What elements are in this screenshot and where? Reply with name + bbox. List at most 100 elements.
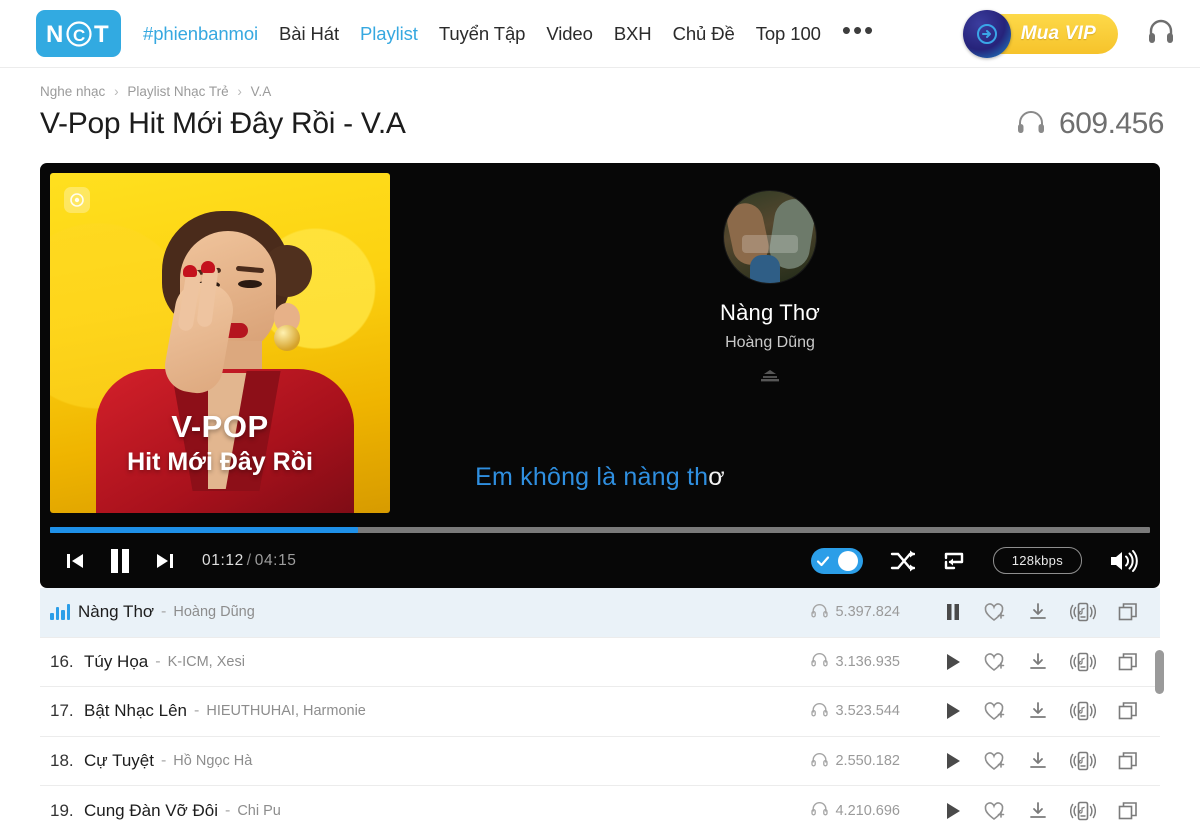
copy-icon[interactable] [1118,801,1138,821]
track-list: Nàng Thơ - Hoàng Dũng 5.397.824 16. Túy Họa - K… [40,588,1164,831]
listen-count: 609.456 [1015,107,1164,141]
track-index: 19. [50,800,74,820]
track-title[interactable]: Cung Đàn Vỡ Đôi [84,801,218,821]
next-track-icon[interactable] [154,550,176,572]
ringtone-icon[interactable] [1070,700,1096,722]
nav-item-top-100[interactable]: Top 100 [756,23,821,45]
track-artist[interactable]: Chi Pu [237,803,281,819]
ringtone-icon[interactable] [1070,800,1096,822]
track-actions [944,601,1138,623]
copy-icon[interactable] [1118,652,1138,672]
table-row[interactable]: 16. Túy Họa - K-ICM, Xesi 3.136.935 [40,638,1160,688]
table-row[interactable]: 17. Bật Nhạc Lên - HIEUTHUHAI, Harmonie 3.52… [40,687,1160,737]
track-play-count-value: 3.523.544 [835,703,900,720]
track-separator: - [225,801,231,819]
lyric-rest: ơ [708,463,725,491]
previous-track-icon[interactable] [64,550,86,572]
nav-item-phienbanmoi[interactable]: #phienbanmoi [143,23,258,45]
repeat-icon[interactable] [941,549,967,573]
headphone-icon [811,801,829,820]
nct-badge-icon [64,187,90,213]
player-panel: V-POP Hit Mới Đây Rồi Nàng Thơ Hoàng Dũn… [40,163,1160,588]
playlist-cover-art[interactable]: V-POP Hit Mới Đây Rồi [50,173,390,513]
ringtone-icon[interactable] [1070,601,1096,623]
breadcrumb-item-0[interactable]: Nghe nhạc [40,84,105,99]
table-row[interactable]: Nàng Thơ - Hoàng Dũng 5.397.824 [40,588,1160,638]
heart-plus-icon[interactable] [984,801,1006,821]
track-artist[interactable]: Hoàng Dũng [173,604,254,620]
track-artist[interactable]: Hồ Ngọc Hà [173,753,252,769]
track-play-count: 2.550.182 [811,752,900,771]
download-icon[interactable] [1028,801,1048,821]
main-nav: #phienbanmoi Bài Hát Playlist Tuyển Tập … [143,17,875,45]
track-play-count: 3.136.935 [811,652,900,671]
track-separator: - [155,652,161,670]
vip-badge-icon [962,9,1011,58]
check-icon [816,555,829,566]
bitrate-button[interactable]: 128kbps [992,547,1082,574]
nav-item-tuyen-tap[interactable]: Tuyển Tập [439,23,526,45]
heart-plus-icon[interactable] [984,751,1006,771]
current-time: 01:12 [202,551,244,569]
headphone-icon[interactable] [1146,16,1176,51]
ringtone-icon[interactable] [1070,750,1096,772]
shuffle-icon[interactable] [889,549,915,573]
table-row[interactable]: 19. Cung Đàn Vỡ Đôi - Chi Pu 4.210.696 [40,786,1160,831]
copy-icon[interactable] [1118,701,1138,721]
track-artist[interactable]: HIEUTHUHAI, Harmonie [206,703,366,719]
nct-logo[interactable]: N C T [36,10,121,57]
track-play-count: 3.523.544 [811,702,900,721]
buy-vip-button[interactable]: Mua VIP [962,9,1118,58]
nav-item-bai-hat[interactable]: Bài Hát [279,23,339,45]
play-icon[interactable] [944,653,962,671]
track-separator: - [194,702,200,720]
track-artist[interactable]: K-ICM, Xesi [168,654,245,670]
header-actions: Mua VIP [962,9,1176,58]
track-actions [944,750,1138,772]
track-play-count-value: 3.136.935 [835,653,900,670]
track-actions [944,651,1138,673]
nav-item-bxh[interactable]: BXH [614,23,652,45]
heart-plus-icon[interactable] [984,701,1006,721]
pause-icon[interactable] [108,547,132,575]
karaoke-toggle[interactable] [810,547,863,574]
breadcrumb-item-1[interactable]: Playlist Nhạc Trẻ [127,84,228,99]
equalizer-icon [50,604,72,621]
download-icon[interactable] [1028,602,1048,622]
heart-plus-icon[interactable] [984,652,1006,672]
play-icon[interactable] [944,752,962,770]
listen-count-value: 609.456 [1059,107,1164,140]
lyric-line: Em không là nàng thơ [40,463,1160,492]
download-icon[interactable] [1028,652,1048,672]
lyric-highlight: Em không là nàng th [475,463,709,491]
volume-icon[interactable] [1108,548,1138,574]
nav-item-chu-de[interactable]: Chủ Đề [673,23,735,45]
copy-icon[interactable] [1118,751,1138,771]
track-index: 16. [50,651,74,671]
heart-plus-icon[interactable] [984,602,1006,622]
download-icon[interactable] [1028,701,1048,721]
nav-item-video[interactable]: Video [546,23,593,45]
svg-text:N: N [46,21,63,48]
pause-icon[interactable] [944,603,962,621]
track-title[interactable]: Bật Nhạc Lên [84,701,187,721]
copy-icon[interactable] [1118,602,1138,622]
ringtone-icon[interactable] [1070,651,1096,673]
collapse-chevron-icon[interactable] [757,368,783,387]
nav-item-playlist[interactable]: Playlist [360,23,418,45]
more-menu-icon[interactable]: ••• [842,17,875,43]
download-icon[interactable] [1028,751,1048,771]
breadcrumb-separator: › [114,84,119,99]
breadcrumb-item-2[interactable]: V.A [251,84,272,99]
cover-figure [274,325,300,351]
scrollbar-thumb[interactable] [1155,650,1164,694]
track-title[interactable]: Túy Họa [84,652,148,672]
play-icon[interactable] [944,802,962,820]
tracklist-scrollbar[interactable] [1155,588,1164,829]
play-icon[interactable] [944,702,962,720]
track-title[interactable]: Nàng Thơ [78,602,154,622]
toggle-knob [837,550,858,571]
table-row[interactable]: 18. Cự Tuyệt - Hồ Ngọc Hà 2.550.182 [40,737,1160,787]
cover-figure [201,261,215,273]
track-title[interactable]: Cự Tuyệt [84,751,154,771]
